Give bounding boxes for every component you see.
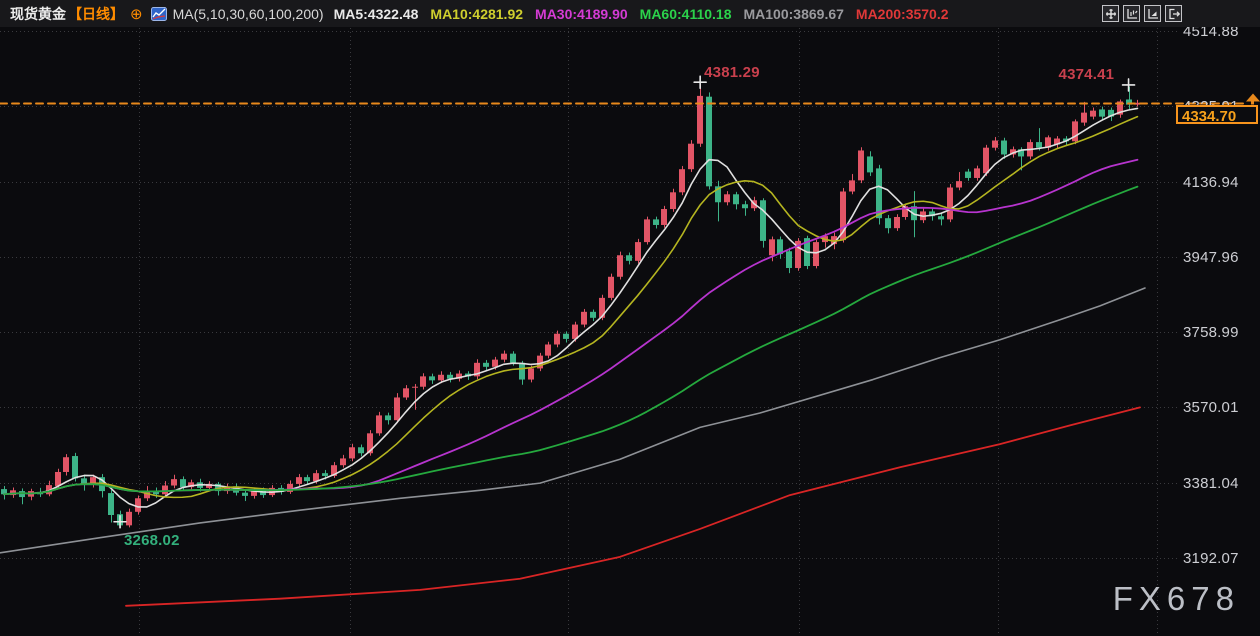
y-axis-label-6: 3381.04 <box>1183 475 1239 492</box>
trend-scale-icon[interactable] <box>1144 5 1161 22</box>
current-price-tag: 4334.70 <box>1176 105 1258 124</box>
high-price-label: 4381.29 <box>704 64 760 81</box>
mini-chart-icon[interactable] <box>151 7 167 21</box>
y-axis-label-5: 3570.01 <box>1183 399 1239 416</box>
ma-values: MA5:4322.48 MA10:4281.92 MA30:4189.90 MA60:… <box>334 6 961 22</box>
ma-value-3: MA60:4110.18 <box>640 6 732 22</box>
instrument-title: 现货黄金 <box>10 4 66 24</box>
y-axis-label-2: 4136.94 <box>1183 174 1239 191</box>
exit-icon[interactable] <box>1165 5 1182 22</box>
high-price-label: 4374.41 <box>1059 66 1115 83</box>
chart-toolbar <box>1102 5 1254 22</box>
watermark: FX678 <box>1113 580 1240 618</box>
ma-value-1: MA10:4281.92 <box>430 6 523 22</box>
ma-value-0: MA5:4322.48 <box>334 6 419 22</box>
y-axis-label-4: 3758.99 <box>1183 324 1239 341</box>
chart-header: 现货黄金 【日线】 ⊕ MA(5,10,30,60,100,200) MA5:4… <box>0 0 1260 27</box>
chart-canvas[interactable] <box>0 0 1260 636</box>
trading-chart-app: 现货黄金 【日线】 ⊕ MA(5,10,30,60,100,200) MA5:4… <box>0 0 1260 636</box>
ma-value-2: MA30:4189.90 <box>535 6 628 22</box>
low-price-label: 3268.02 <box>124 532 180 549</box>
ma-settings-label: MA(5,10,30,60,100,200) <box>173 6 324 22</box>
add-instrument-icon[interactable]: ⊕ <box>130 5 143 23</box>
ma-value-5: MA200:3570.2 <box>856 6 949 22</box>
ma-value-4: MA100:3869.67 <box>744 6 844 22</box>
period-label: 【日线】 <box>68 4 124 24</box>
y-axis-label-3: 3947.96 <box>1183 249 1239 266</box>
candle-scale-icon[interactable] <box>1123 5 1140 22</box>
pan-crosshair-icon[interactable] <box>1102 5 1119 22</box>
y-axis-label-7: 3192.07 <box>1183 550 1239 567</box>
